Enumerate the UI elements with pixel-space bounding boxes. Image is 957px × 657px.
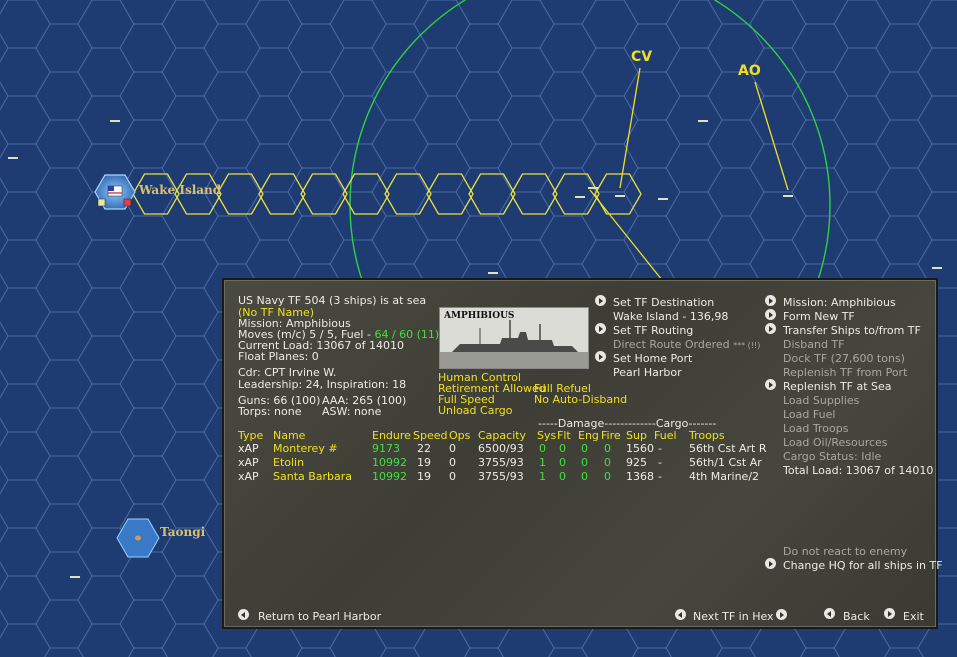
set-routing-arrow-icon[interactable] — [595, 323, 606, 334]
col-fire[interactable]: Fire — [601, 429, 621, 442]
exit-arrow-icon[interactable] — [884, 608, 895, 619]
taongi-label: Taongi — [160, 525, 206, 539]
set-routing-button[interactable]: Set TF Routing — [613, 324, 693, 337]
col-ops[interactable]: Ops — [449, 429, 470, 442]
opt-unload-cargo[interactable]: Unload Cargo — [438, 404, 513, 417]
disband-tf-button: Disband TF — [783, 338, 845, 351]
col-sup[interactable]: Sup — [626, 429, 647, 442]
prev-tf-arrow-icon[interactable] — [675, 609, 686, 620]
cargo-status: Cargo Status: Idle — [783, 450, 882, 463]
no-react-option: Do not react to enemy — [783, 545, 908, 558]
tf-info-panel: US Navy TF 504 (3 ships) is at sea (No T… — [222, 278, 943, 629]
set-home-port-button[interactable]: Set Home Port — [613, 352, 692, 365]
set-home-arrow-icon[interactable] — [595, 351, 606, 362]
dock-tf-button: Dock TF (27,600 tons) — [783, 352, 905, 365]
col-name[interactable]: Name — [273, 429, 305, 442]
return-to-port-button[interactable]: Return to Pearl Harbor — [258, 610, 381, 623]
col-capacity[interactable]: Capacity — [478, 429, 526, 442]
change-hq-button[interactable]: Change HQ for all ships in TF — [783, 559, 943, 572]
tf-leadership: Leadership: 24, Inspiration: 18 — [238, 378, 407, 391]
home-port-value: Pearl Harbor — [613, 366, 682, 379]
back-button[interactable]: Back — [843, 610, 870, 623]
next-tf-in-hex-button[interactable]: Next TF in Hex — [693, 610, 774, 623]
mission-button[interactable]: Mission: Amphibious — [783, 296, 896, 309]
tf-float-planes: Float Planes: 0 — [238, 350, 319, 363]
col-troops[interactable]: Troops — [689, 429, 725, 442]
exit-button[interactable]: Exit — [903, 610, 924, 623]
set-destination-button[interactable]: Set TF Destination — [613, 296, 714, 309]
col-eng[interactable]: Eng — [578, 429, 599, 442]
load-oil-button: Load Oil/Resources — [783, 436, 888, 449]
next-tf-arrow-icon[interactable] — [776, 609, 787, 620]
total-load: Total Load: 13067 of 14010 — [783, 464, 934, 477]
cv-marker: CV — [631, 49, 653, 65]
opt-no-auto-disband[interactable]: No Auto-Disband — [534, 393, 627, 406]
direct-route-text: Direct Route Ordered *** (!!) — [613, 338, 761, 351]
form-new-arrow-icon[interactable] — [765, 309, 776, 320]
replenish-port-button: Replenish TF from Port — [783, 366, 908, 379]
mission-arrow-icon[interactable] — [765, 295, 776, 306]
transfer-arrow-icon[interactable] — [765, 323, 776, 334]
transfer-ships-button[interactable]: Transfer Ships to/from TF — [783, 324, 921, 337]
photo-label: AMPHIBIOUS — [444, 311, 515, 321]
set-dest-arrow-icon[interactable] — [595, 295, 606, 306]
back-arrow-icon[interactable] — [824, 608, 835, 619]
wake-island-label: Wake Island — [139, 183, 222, 197]
destination-value: Wake Island - 136,98 — [613, 310, 729, 323]
form-new-tf-button[interactable]: Form New TF — [783, 310, 855, 323]
ship-photo: AMPHIBIOUS — [439, 307, 589, 369]
change-hq-arrow-icon[interactable] — [765, 558, 776, 569]
return-arrow-icon[interactable] — [238, 609, 249, 620]
load-troops-button: Load Troops — [783, 422, 849, 435]
replenish-sea-button[interactable]: Replenish TF at Sea — [783, 380, 892, 393]
col-type[interactable]: Type — [238, 429, 263, 442]
col-speed[interactable]: Speed — [413, 429, 447, 442]
replenish-sea-arrow-icon[interactable] — [765, 379, 776, 390]
load-supplies-button: Load Supplies — [783, 394, 860, 407]
col-sys[interactable]: Sys — [537, 429, 556, 442]
col-flt[interactable]: Flt — [557, 429, 571, 442]
col-fuel[interactable]: Fuel — [654, 429, 677, 442]
load-fuel-button: Load Fuel — [783, 408, 836, 421]
col-endure[interactable]: Endure — [372, 429, 411, 442]
tf-asw: ASW: none — [322, 405, 382, 418]
tf-torps: Torps: none — [238, 405, 302, 418]
ao-marker: AO — [738, 63, 761, 79]
